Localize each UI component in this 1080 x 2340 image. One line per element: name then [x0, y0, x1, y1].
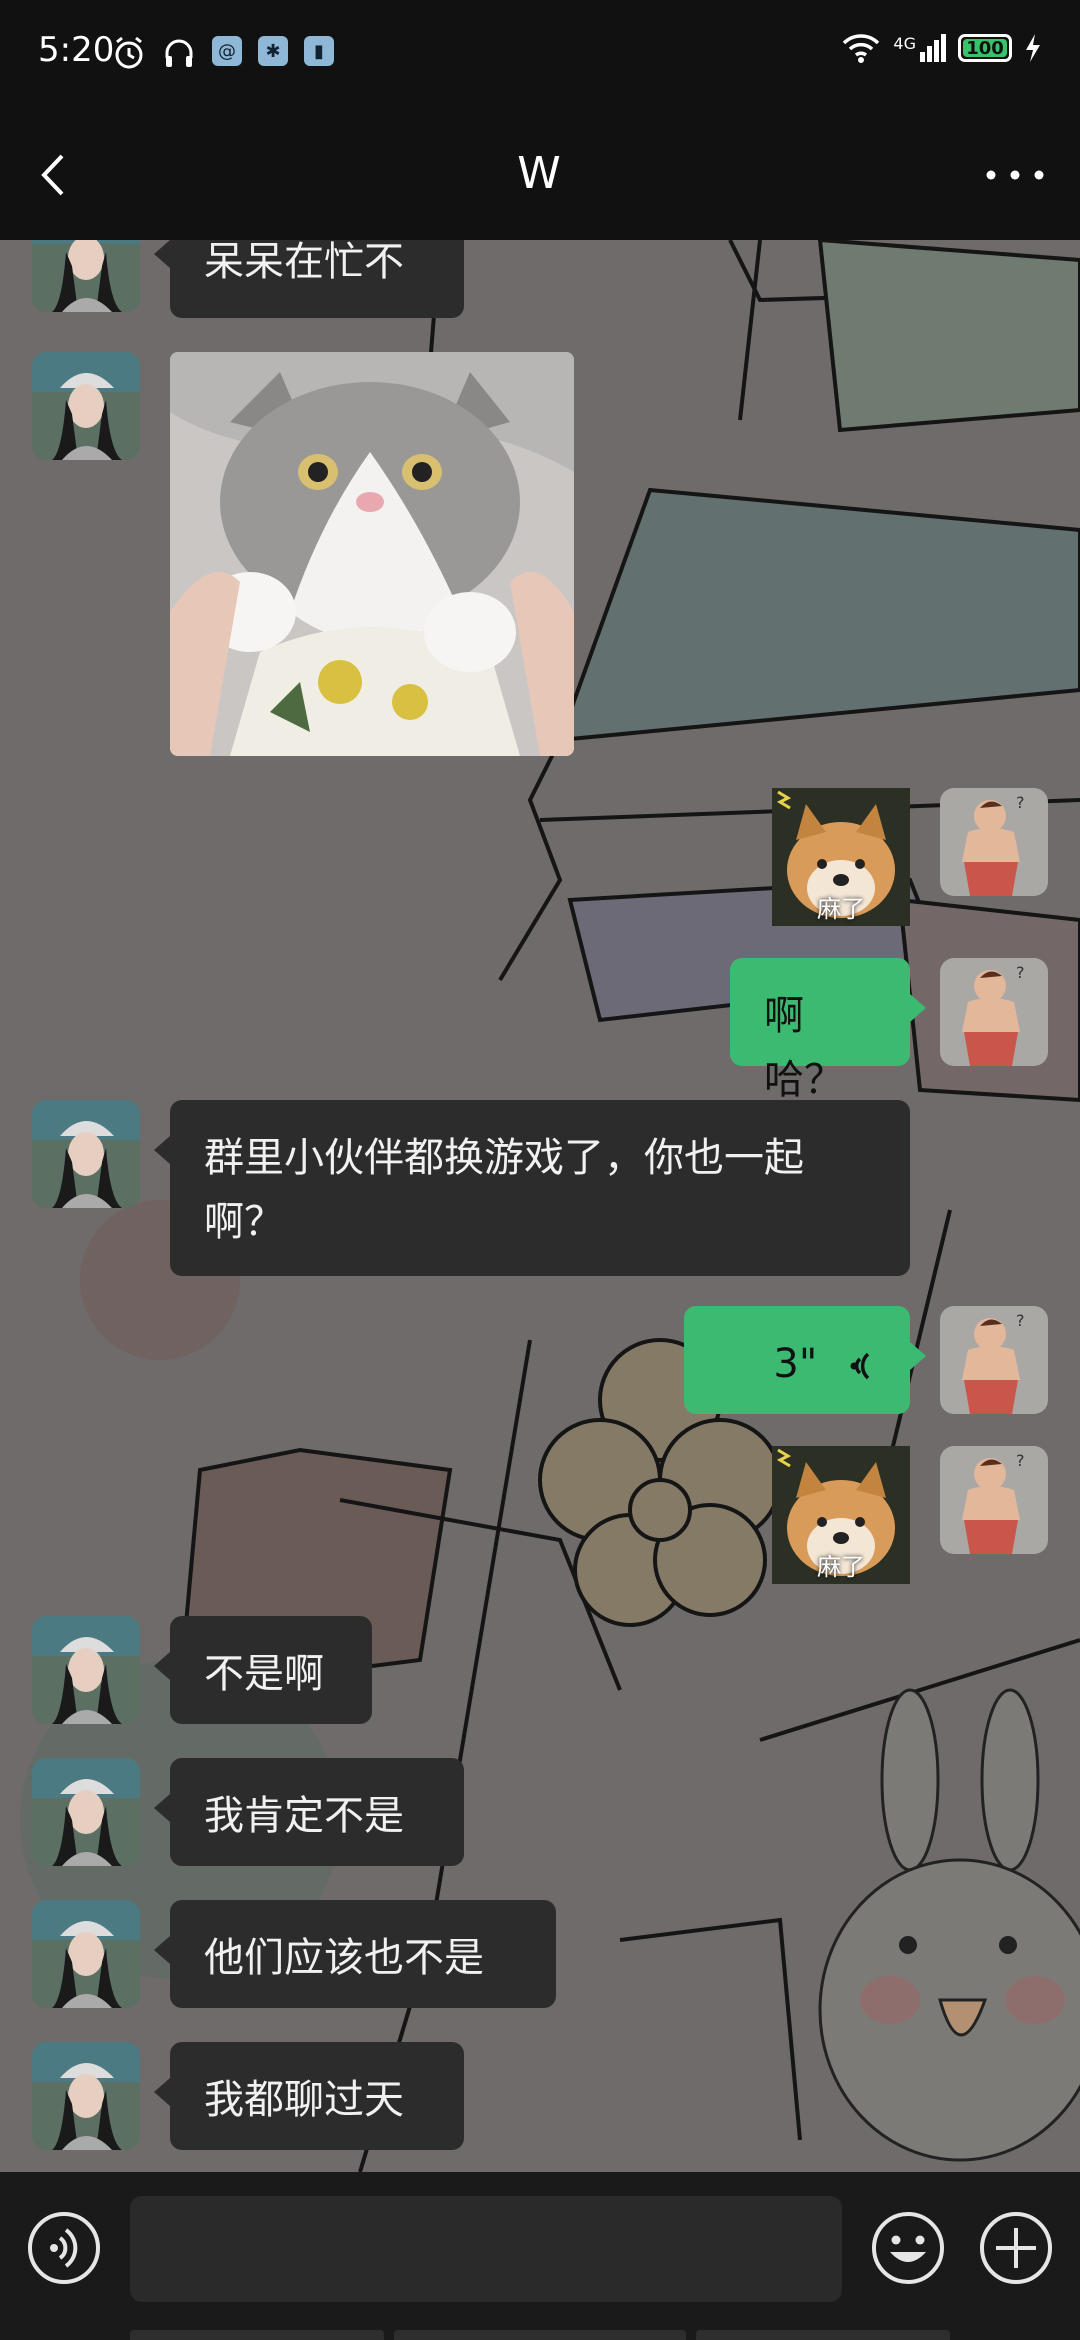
wifi-icon — [843, 34, 880, 63]
chat-area[interactable]: 呆呆在忙不 麻了 ? 啊哈？ ? 群里小伙伴都换游戏了，你也一起啊？ 3" ? … — [0, 240, 1080, 2172]
my-avatar[interactable]: ? — [940, 1446, 1048, 1554]
svg-text:?: ? — [1016, 963, 1025, 982]
cat-photo-message[interactable] — [170, 352, 574, 756]
status-right: 4G 100 — [841, 32, 1042, 64]
message-bubble[interactable]: 呆呆在忙不 — [154, 240, 464, 318]
voice-playback-icon — [850, 1352, 870, 1380]
cell-signal-icon: 4G — [893, 34, 946, 62]
keyboard-suggestion-strip — [696, 2330, 950, 2340]
voice-message[interactable]: 3" — [684, 1306, 926, 1414]
emoji-icon — [872, 2212, 944, 2284]
message-bubble[interactable]: 群里小伙伴都换游戏了，你也一起啊？ — [154, 1100, 910, 1276]
contact-avatar[interactable] — [32, 1900, 140, 2008]
contact-avatar[interactable] — [32, 352, 140, 460]
app-notification-icon: @ — [212, 36, 242, 66]
message-bubble[interactable]: 我肯定不是 — [154, 1758, 464, 1866]
svg-text:?: ? — [1016, 1311, 1025, 1330]
keyboard-suggestion-strip — [394, 2330, 686, 2340]
more-dots-icon — [986, 170, 1044, 180]
cat-photo — [170, 352, 574, 756]
my-avatar[interactable]: ? — [940, 788, 1048, 896]
battery-text: 100 — [966, 37, 1004, 59]
message-bubble[interactable]: 啊哈？ — [730, 958, 926, 1103]
sticker-caption: 麻了 — [817, 895, 865, 923]
contact-avatar[interactable] — [32, 240, 140, 312]
more-options-button[interactable] — [978, 148, 1052, 202]
headphones-icon — [165, 39, 193, 67]
keyboard-suggestion-strip — [130, 2330, 384, 2340]
battery-icon: 100 — [958, 34, 1012, 62]
contact-avatar[interactable] — [32, 1758, 140, 1866]
input-bar — [0, 2172, 1080, 2340]
my-avatar[interactable]: ? — [940, 958, 1048, 1066]
app-notification-icon: ✱ — [258, 36, 288, 66]
shiba-sticker-message[interactable]: 麻了 — [772, 1446, 910, 1584]
message-text: 他们应该也不是 — [204, 1935, 484, 1981]
message-bubble[interactable]: 他们应该也不是 — [154, 1900, 556, 2008]
my-avatar[interactable]: ? — [940, 1306, 1048, 1414]
voice-mode-button[interactable] — [26, 2210, 102, 2286]
status-time: 5:20 — [38, 30, 115, 70]
svg-text:?: ? — [1016, 1451, 1025, 1470]
message-text: 不是啊 — [204, 1651, 324, 1697]
chat-header: W — [0, 110, 1080, 240]
emoji-button[interactable] — [870, 2210, 946, 2286]
chat-title: W — [517, 148, 563, 199]
message-bubble[interactable]: 不是啊 — [154, 1616, 372, 1724]
message-input[interactable] — [130, 2196, 842, 2302]
contact-avatar[interactable] — [32, 1616, 140, 1724]
voice-mode-icon — [28, 2212, 100, 2284]
sticker-caption: 麻了 — [817, 1553, 865, 1581]
more-actions-button[interactable] — [978, 2210, 1054, 2286]
shiba-sticker-message[interactable]: 麻了 — [772, 788, 910, 926]
plus-icon — [980, 2212, 1052, 2284]
message-bubble[interactable]: 我都聊过天 — [154, 2042, 464, 2150]
message-text: 我肯定不是 — [204, 1793, 404, 1839]
message-text: 啊哈？ — [764, 993, 844, 1103]
message-text: 我都聊过天 — [204, 2077, 404, 2123]
svg-text:?: ? — [1016, 793, 1025, 812]
voice-duration: 3" — [773, 1341, 818, 1387]
message-text: 群里小伙伴都换游戏了，你也一起啊？ — [204, 1135, 804, 1245]
alarm-icon — [115, 36, 143, 69]
charging-icon — [1026, 34, 1040, 62]
contact-avatar[interactable] — [32, 2042, 140, 2150]
app-notification-icon: ▮ — [304, 36, 334, 66]
network-type: 4G — [893, 34, 916, 53]
message-text: 呆呆在忙不 — [204, 240, 404, 285]
contact-avatar[interactable] — [32, 1100, 140, 1208]
status-bar: 5:20 @ ✱ ▮ 4G 100 — [0, 0, 1080, 110]
status-left-icons: @ ✱ ▮ — [112, 36, 334, 70]
